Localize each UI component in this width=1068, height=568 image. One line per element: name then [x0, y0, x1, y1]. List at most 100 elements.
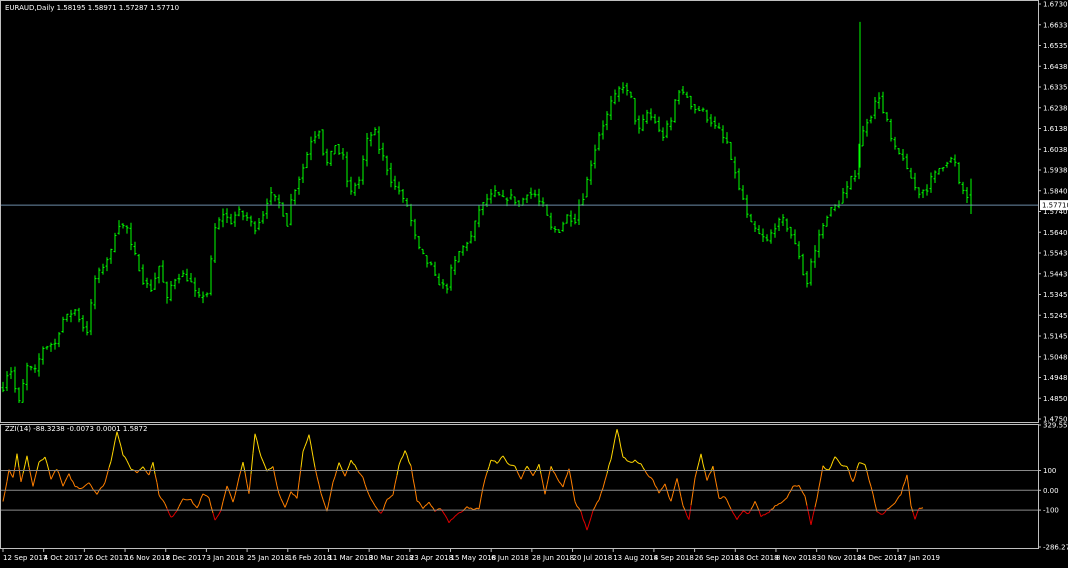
indicator-segment	[223, 494, 225, 502]
indicator-segment	[419, 502, 421, 505]
price-bar	[398, 182, 401, 195]
indicator-segment	[155, 474, 157, 483]
price-bar	[666, 120, 669, 138]
indicator-segment	[879, 513, 881, 515]
price-bar	[490, 189, 493, 204]
price-bar	[846, 181, 849, 198]
price-bar	[258, 218, 261, 230]
indicator-segment	[119, 439, 121, 446]
price-bar	[410, 204, 413, 226]
price-bar	[158, 266, 161, 283]
price-bar	[362, 155, 365, 184]
price-bar	[34, 364, 37, 372]
indicator-segment	[771, 509, 773, 510]
indicator-segment	[837, 459, 839, 462]
indicator-segment	[611, 449, 613, 459]
indicator-segment	[303, 446, 305, 451]
indicator-segment	[409, 462, 411, 466]
price-bar	[10, 367, 13, 379]
indicator-segment	[473, 509, 475, 510]
indicator-segment	[681, 497, 683, 506]
indicator-segment	[239, 470, 241, 477]
price-bar	[30, 366, 33, 370]
price-bar	[694, 104, 697, 113]
indicator-segment	[361, 475, 363, 478]
price-bar	[134, 242, 137, 255]
indicator-segment	[829, 466, 831, 470]
main-panel-frame	[1, 1, 1039, 423]
time-tick-label: 26 Oct 2017	[84, 554, 127, 562]
indicator-segment	[635, 460, 637, 462]
price-bar	[286, 213, 289, 226]
indicator-segment	[381, 510, 383, 513]
indicator-segment	[793, 486, 795, 487]
chart-canvas[interactable]: 1.673051.663301.653551.643801.633551.623…	[0, 0, 1068, 564]
indicator-segment	[423, 506, 425, 509]
indicator-segment	[739, 514, 741, 516]
price-bar	[374, 127, 377, 135]
indicator-segment	[343, 472, 345, 476]
price-tick-label: 1.62380	[1043, 104, 1068, 112]
indicator-segment	[585, 524, 587, 531]
indicator-segment	[111, 451, 113, 461]
indicator-segment	[573, 491, 575, 502]
indicator-segment	[173, 513, 175, 516]
indicator-segment	[883, 512, 885, 514]
price-bar	[582, 193, 585, 206]
price-bar	[426, 255, 429, 267]
price-bar	[294, 189, 297, 204]
indicator-segment	[199, 498, 201, 504]
price-bar	[634, 98, 637, 124]
indicator-segment	[215, 517, 217, 520]
price-bar	[454, 256, 457, 275]
indicator-segment	[785, 498, 787, 500]
indicator-segment	[803, 493, 805, 496]
indicator-segment	[279, 494, 281, 499]
indicator-segment	[385, 499, 387, 504]
indicator-segment	[877, 512, 879, 513]
indicator-segment	[115, 432, 117, 441]
indicator-segment	[603, 481, 605, 488]
indicator-segment	[209, 498, 211, 506]
chart-window[interactable]: 1.673051.663301.653551.643801.633551.623…	[0, 0, 1068, 564]
time-tick-label: 30 Nov 2018	[817, 554, 862, 562]
indicator-segment	[421, 505, 423, 508]
indicator-segment	[383, 504, 385, 510]
price-bar	[22, 379, 25, 403]
indicator-segment	[207, 496, 209, 498]
price-bar	[606, 111, 609, 130]
price-bar	[474, 221, 477, 241]
indicator-segment	[599, 493, 601, 500]
indicator-segment	[621, 448, 623, 457]
time-tick-label: 16 Feb 2018	[288, 554, 332, 562]
indicator-segment	[607, 465, 609, 474]
indicator-segment	[53, 471, 55, 475]
indicator-segment	[563, 480, 565, 487]
indicator-segment	[575, 502, 577, 507]
price-bar	[482, 202, 485, 215]
indicator-segment	[691, 492, 693, 505]
indicator-segment	[163, 500, 165, 503]
price-bar	[102, 264, 105, 275]
price-bar	[62, 317, 65, 333]
price-bar	[942, 167, 945, 171]
price-bar	[122, 223, 125, 228]
price-bar	[250, 216, 253, 227]
indicator-segment	[655, 485, 657, 488]
price-bar	[518, 200, 521, 207]
indicator-segment	[341, 467, 343, 472]
price-bar	[106, 257, 109, 271]
price-bar	[622, 82, 625, 93]
time-tick-label: 16 Nov 2017	[125, 554, 170, 562]
indicator-segment	[913, 512, 915, 519]
price-bar	[298, 177, 301, 195]
indicator-segment	[503, 456, 505, 459]
indicator-segment	[479, 498, 481, 509]
indicator-segment	[245, 472, 247, 483]
indicator-segment	[737, 516, 739, 520]
indicator-segment	[805, 496, 807, 506]
indicator-segment	[193, 504, 195, 506]
indicator-panel-frame	[1, 425, 1039, 549]
price-bar	[162, 260, 165, 282]
price-bar	[830, 207, 833, 217]
